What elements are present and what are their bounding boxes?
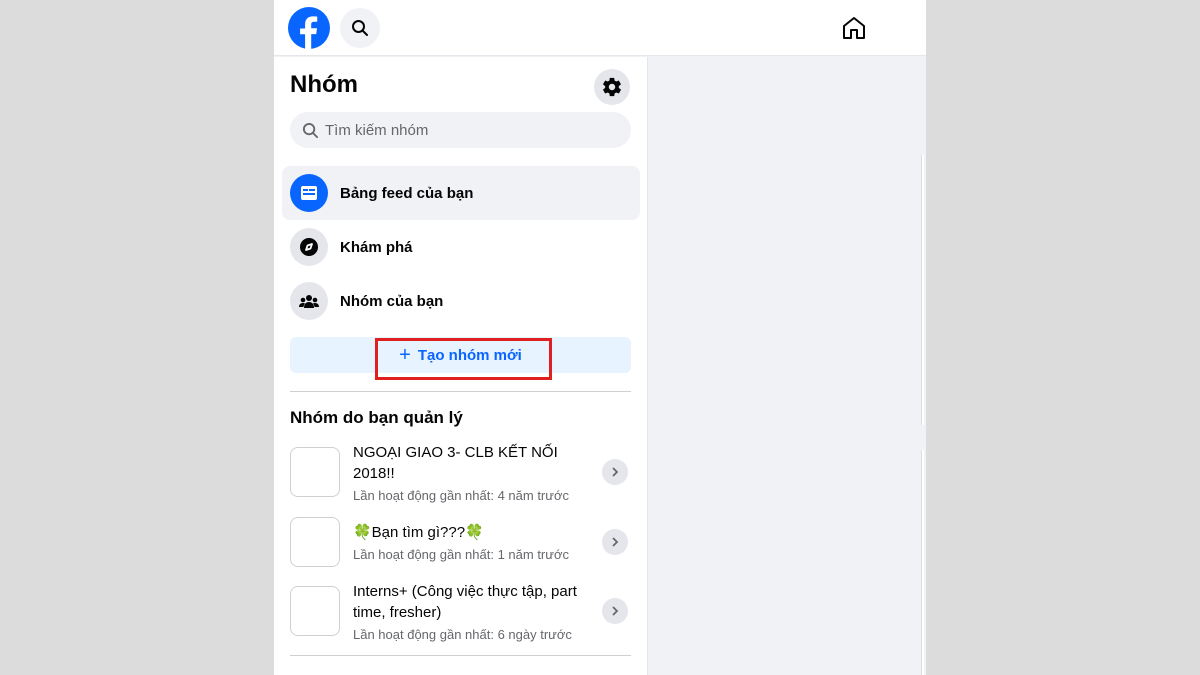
- groups-sidebar: Nhóm Bảng feed của bạn: [274, 57, 648, 675]
- group-thumbnail: [290, 517, 340, 567]
- search-icon: [302, 122, 319, 138]
- group-last-active: Lần hoạt động gần nhất: 1 năm trước: [353, 547, 569, 562]
- group-row[interactable]: 🍀Bạn tìm gì???🍀 Lần hoạt động gần nhất: …: [290, 513, 631, 571]
- nav-item-your-feed[interactable]: Bảng feed của bạn: [282, 166, 640, 220]
- group-name: 🍀Bạn tìm gì???🍀: [353, 524, 484, 541]
- groups-icon: [290, 282, 328, 320]
- divider: [290, 655, 631, 656]
- group-thumbnail: [290, 447, 340, 497]
- group-row[interactable]: Interns+ (Công việc thực tập, part time,…: [290, 582, 631, 642]
- main-content-area: [649, 57, 926, 675]
- nav-label: Khám phá: [340, 238, 413, 256]
- group-row[interactable]: NGOẠI GIAO 3- CLB KẾT NỐI 2018!! Lần hoạ…: [290, 443, 631, 503]
- group-last-active: Lần hoạt động gần nhất: 4 năm trước: [353, 488, 569, 503]
- group-search-box[interactable]: [290, 112, 631, 148]
- settings-button[interactable]: [594, 69, 630, 105]
- group-name: NGOẠI GIAO 3- CLB KẾT NỐI 2018!!: [353, 444, 558, 482]
- create-group-button[interactable]: + Tạo nhóm mới: [290, 337, 631, 373]
- top-bar: [274, 0, 926, 56]
- home-icon[interactable]: [840, 14, 868, 42]
- group-thumbnail: [290, 586, 340, 636]
- create-group-label: Tạo nhóm mới: [417, 346, 522, 364]
- gear-icon: [603, 77, 621, 97]
- search-icon[interactable]: [340, 8, 380, 48]
- chevron-right-icon[interactable]: [602, 529, 628, 555]
- nav-label: Bảng feed của bạn: [340, 184, 474, 202]
- group-last-active: Lần hoạt động gần nhất: 6 ngày trước: [353, 627, 572, 642]
- group-search-input[interactable]: [325, 121, 605, 139]
- scrollbar-track: [921, 155, 924, 425]
- page-title: Nhóm: [290, 71, 358, 98]
- scrollbar-track-lower: [921, 450, 924, 675]
- chevron-right-icon[interactable]: [602, 459, 628, 485]
- divider: [290, 391, 631, 392]
- compass-icon: [290, 228, 328, 266]
- nav-item-your-groups[interactable]: Nhóm của bạn: [282, 274, 640, 328]
- feed-icon: [290, 174, 328, 212]
- managed-groups-title: Nhóm do bạn quản lý: [290, 408, 463, 427]
- group-name: Interns+ (Công việc thực tập, part time,…: [353, 583, 577, 621]
- nav-item-discover[interactable]: Khám phá: [282, 220, 640, 274]
- facebook-window: Nhóm Bảng feed của bạn: [274, 0, 926, 675]
- plus-icon: +: [399, 344, 411, 366]
- chevron-right-icon[interactable]: [602, 598, 628, 624]
- nav-label: Nhóm của bạn: [340, 292, 444, 310]
- facebook-logo-icon[interactable]: [288, 7, 330, 49]
